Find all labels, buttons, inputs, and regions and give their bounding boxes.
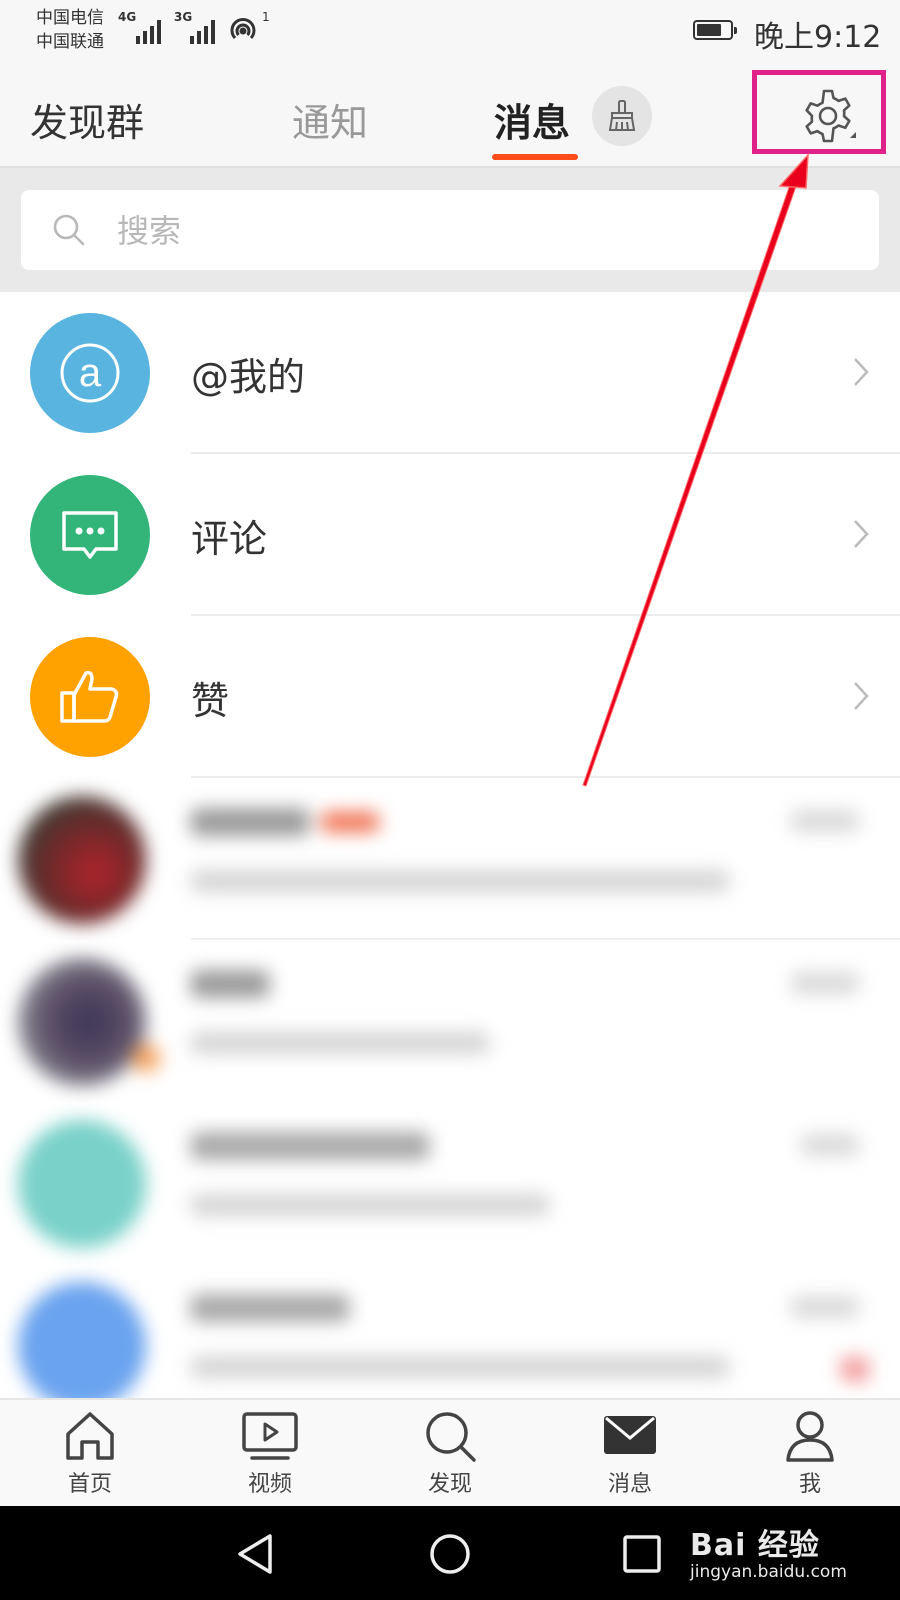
likes-label: 赞	[191, 679, 230, 723]
search-input[interactable]	[115, 204, 819, 258]
nav-discover-label: 发现	[427, 1472, 472, 1497]
tab-notifications[interactable]: 通知	[292, 92, 368, 147]
status-bar: 中国电信 中国联通 4G 3G 1 晚上9:12	[0, 0, 900, 64]
nav-me-label: 我	[798, 1472, 821, 1497]
gear-icon	[805, 89, 856, 143]
comments-label: 评论	[191, 517, 268, 561]
nav-home-label: 首页	[67, 1472, 112, 1497]
mentions-avatar: a	[30, 313, 150, 433]
carrier-1: 中国电信	[36, 8, 104, 28]
tab-messages[interactable]: 消息	[494, 92, 570, 147]
carrier-names: 中国电信 中国联通	[36, 6, 104, 54]
tab-discover-groups[interactable]: 发现群	[30, 92, 144, 147]
person-icon	[786, 1411, 834, 1462]
carrier-2: 中国联通	[36, 32, 104, 52]
back-triangle-icon[interactable]	[236, 1532, 276, 1576]
chevron-right-icon	[854, 682, 869, 710]
avatar	[18, 958, 146, 1086]
nav-video[interactable]: 视频	[210, 1408, 330, 1504]
list-item-likes[interactable]: 赞	[0, 616, 900, 778]
nav-video-label: 视频	[247, 1472, 292, 1497]
watermark-brand: Bai 经验	[690, 1528, 820, 1563]
battery-icon	[693, 20, 737, 40]
signal-bars-2-icon	[190, 16, 215, 44]
system-nav-bar: Bai 经验 jingyan.baidu.com	[0, 1506, 900, 1600]
nav-messages-label: 消息	[607, 1472, 652, 1497]
comments-avatar	[30, 475, 150, 595]
watermark-url: jingyan.baidu.com	[690, 1562, 847, 1582]
avatar	[18, 1120, 146, 1248]
status-time: 晚上9:12	[754, 20, 882, 55]
recents-square-icon[interactable]	[622, 1534, 662, 1574]
avatar	[18, 796, 146, 924]
hotspot-icon	[230, 18, 256, 40]
svg-text:a: a	[79, 351, 102, 395]
conversation-row[interactable]	[0, 1102, 900, 1264]
active-tab-indicator	[492, 154, 578, 160]
envelope-icon	[604, 1416, 656, 1454]
video-icon	[242, 1412, 298, 1460]
home-icon	[66, 1412, 114, 1460]
home-circle-icon[interactable]	[428, 1532, 472, 1576]
avatar	[18, 1282, 146, 1410]
mentions-label: @我的	[191, 355, 306, 399]
chevron-right-icon	[854, 520, 869, 548]
clear-unread-button[interactable]	[592, 86, 652, 146]
search-icon	[53, 214, 85, 246]
likes-avatar	[30, 637, 150, 757]
nav-home[interactable]: 首页	[30, 1408, 150, 1504]
conversation-row[interactable]	[0, 778, 900, 940]
broom-icon	[608, 100, 636, 131]
network-type-1: 4G	[118, 10, 137, 24]
baidu-jingyan-watermark: Bai 经验 jingyan.baidu.com	[690, 1520, 847, 1582]
nav-discover[interactable]: 发现	[390, 1408, 510, 1504]
top-tab-bar: 发现群 通知 消息	[0, 64, 900, 168]
conversation-row[interactable]	[0, 940, 900, 1102]
chevron-right-icon	[854, 358, 869, 386]
bottom-nav: 首页 视频 发现 消息 我	[0, 1398, 900, 1506]
signal-bars-1-icon	[136, 16, 161, 44]
search-area	[0, 168, 900, 292]
search-icon	[426, 1412, 476, 1462]
at-icon: a	[60, 343, 120, 403]
hotspot-count: 1	[262, 10, 270, 24]
comment-icon	[62, 511, 118, 559]
list-item-comments[interactable]: 评论	[0, 454, 900, 616]
settings-button[interactable]	[792, 80, 864, 152]
nav-me[interactable]: 我	[750, 1408, 870, 1504]
thumbs-up-icon	[60, 670, 119, 723]
search-bar[interactable]	[21, 190, 879, 270]
list-item-mentions[interactable]: a @我的	[0, 292, 900, 454]
battery-fill	[697, 24, 721, 36]
nav-messages[interactable]: 消息	[570, 1408, 690, 1504]
